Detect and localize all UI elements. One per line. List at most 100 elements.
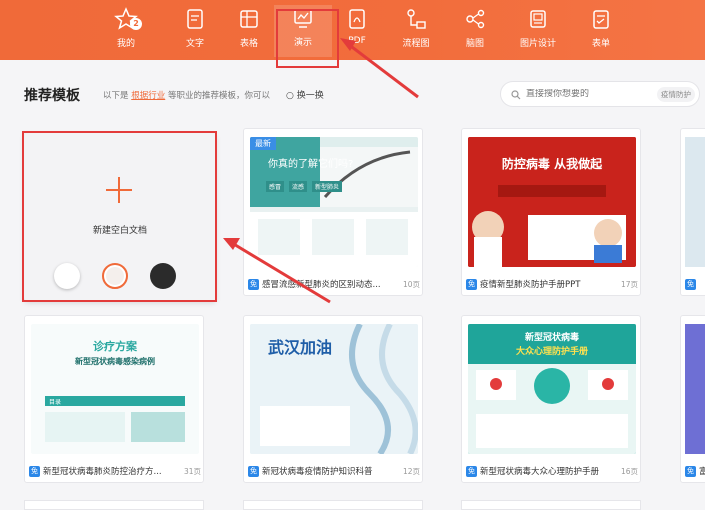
plus-icon <box>106 177 132 203</box>
template-caption: 免 富 <box>685 464 705 478</box>
page-count: 12页 <box>402 466 420 476</box>
template-caption: 免 <box>685 277 705 291</box>
nav-item-mindmap[interactable]: 脑图 <box>446 6 504 56</box>
nav-item-form[interactable]: 表单 <box>572 6 630 56</box>
thumb-headline: 你真的了解它们吗? <box>268 159 354 170</box>
page-count: 17页 <box>620 279 638 289</box>
template-caption: 免 新型冠状病毒肺炎防控治疗方... 31页 <box>29 464 201 478</box>
dark-theme-swatch[interactable] <box>150 263 176 289</box>
image-design-icon <box>525 6 551 32</box>
nav-label: 演示 <box>293 38 312 48</box>
template-title: 疫情新型肺炎防护手册PPT <box>480 280 581 290</box>
free-badge: 免 <box>29 465 40 477</box>
free-badge: 免 <box>248 278 259 290</box>
template-thumbnail: 武汉加油 <box>250 324 418 454</box>
free-badge: 免 <box>466 465 477 477</box>
table-icon <box>236 6 262 32</box>
search-icon <box>511 85 521 104</box>
template-card-partial[interactable]: 免 <box>680 128 705 296</box>
nav-label: 文字 <box>185 39 204 49</box>
new-badge: 最新 <box>250 137 276 150</box>
template-thumbnail: 新型冠状病毒 大众心理防护手册 <box>468 324 636 454</box>
refresh-button[interactable]: ○ 换一换 <box>286 88 324 101</box>
template-thumbnail: 你真的了解它们吗? 感冒 流感 新型肺炎 最新 <box>250 137 418 267</box>
thumb-tag: 感冒 <box>266 181 285 192</box>
hint-suffix: 等职业的推荐模板，你可以 <box>167 91 270 101</box>
light-theme-swatch[interactable] <box>102 263 128 289</box>
form-icon <box>588 6 614 32</box>
thumb-headline: 武汉加油 <box>268 338 333 357</box>
industry-link[interactable]: 根据行业 <box>131 91 165 101</box>
template-thumbnail: 诊疗方案 新型冠状病毒感染病例 目录 <box>31 324 199 454</box>
template-card[interactable]: 诊疗方案 新型冠状病毒感染病例 目录 免 新型冠状病毒肺炎防控治疗方... 31… <box>24 315 204 483</box>
presentation-icon <box>290 5 316 31</box>
search-input[interactable] <box>526 89 666 99</box>
template-title: 感冒流感新型肺炎的区别动态... <box>262 280 381 290</box>
free-badge: 免 <box>685 278 696 290</box>
thumb-tag: 流感 <box>289 181 308 192</box>
template-card[interactable]: 防控病毒 从我做起 免 疫情新型肺炎防护手册PPT 17页 <box>461 128 641 296</box>
document-icon <box>182 6 208 32</box>
template-caption: 免 感冒流感新型肺炎的区别动态... 10页 <box>248 277 420 291</box>
template-card-partial[interactable]: 免 富 <box>680 315 705 483</box>
template-card[interactable]: 武汉加油 免 新冠状病毒疫情防护知识科普 12页 <box>243 315 423 483</box>
page-title: 推荐模板 <box>24 88 80 104</box>
nav-label: 图片设计 <box>519 39 556 49</box>
search-tag[interactable]: 疫情防护 <box>657 87 695 102</box>
template-card-peek <box>243 500 423 510</box>
thumb-subtitle: 大众心理防护手册 <box>515 347 588 357</box>
template-card[interactable]: 你真的了解它们吗? 感冒 流感 新型肺炎 最新 免 感冒流感新型肺炎的区别动态.… <box>243 128 423 296</box>
recommend-hint: 以下是 根据行业 等职业的推荐模板，你可以 <box>103 89 270 101</box>
mindmap-icon <box>462 6 488 32</box>
free-badge: 免 <box>466 278 477 290</box>
star-icon: 2 <box>113 6 142 32</box>
template-gallery: 推荐模板 以下是 根据行业 等职业的推荐模板，你可以 ○ 换一换 疫情防护 新建… <box>0 60 705 510</box>
new-blank-label: 新建空白文档 <box>92 226 147 236</box>
template-title: 富 <box>699 465 705 477</box>
template-caption: 免 新冠状病毒疫情防护知识科普 12页 <box>248 464 420 478</box>
thumb-headline: 新型冠状病毒 <box>524 333 579 343</box>
template-caption: 免 疫情新型肺炎防护手册PPT 17页 <box>466 277 638 291</box>
pdf-icon <box>344 6 370 32</box>
nav-label: 表格 <box>239 39 258 49</box>
nav-label: 我的 <box>116 39 135 49</box>
nav-item-pdf[interactable]: PDF <box>328 6 386 56</box>
hint-prefix: 以下是 <box>103 91 129 101</box>
page-count: 10页 <box>402 279 420 289</box>
notification-badge: 2 <box>130 18 142 30</box>
page-count: 16页 <box>620 466 638 476</box>
refresh-icon: ○ <box>286 91 294 101</box>
thumb-subtitle: 新型冠状病毒感染病例 <box>75 357 155 366</box>
template-thumbnail <box>685 324 705 454</box>
template-card[interactable]: 新型冠状病毒 大众心理防护手册 免 新型冠状病毒大众心理防护手册 16页 <box>461 315 641 483</box>
flowchart-icon <box>403 6 429 32</box>
nav-item-presentation[interactable]: 演示 <box>274 5 332 57</box>
nav-item-mine[interactable]: 2 我的 <box>97 6 155 56</box>
free-badge: 免 <box>248 465 259 477</box>
template-title: 新型冠状病毒大众心理防护手册 <box>480 467 600 477</box>
nav-label: 表单 <box>591 39 610 49</box>
nav-label: PDF <box>348 36 366 46</box>
nav-item-image-design[interactable]: 图片设计 <box>509 6 567 56</box>
refresh-label: 换一换 <box>296 91 324 101</box>
nav-item-spreadsheet[interactable]: 表格 <box>220 6 278 56</box>
nav-item-flowchart[interactable]: 流程图 <box>387 6 445 56</box>
white-theme-swatch[interactable] <box>54 263 80 289</box>
template-title: 新冠状病毒疫情防护知识科普 <box>262 467 373 477</box>
top-nav: 2 我的 文字 表格 演示 PDF 流程图 脑图 图片设计 表单 <box>0 0 705 60</box>
template-title: 新型冠状病毒肺炎防控治疗方... <box>43 467 162 477</box>
nav-label: 脑图 <box>465 39 484 49</box>
thumb-tag: 新型肺炎 <box>312 181 343 192</box>
new-blank-document-card[interactable]: 新建空白文档 <box>24 133 216 301</box>
template-card-peek <box>24 500 204 510</box>
nav-item-writer[interactable]: 文字 <box>166 6 224 56</box>
search-box[interactable]: 疫情防护 <box>500 81 700 107</box>
template-thumbnail: 防控病毒 从我做起 <box>468 137 636 267</box>
nav-label: 流程图 <box>402 39 430 49</box>
thumb-tags: 感冒 流感 新型肺炎 <box>266 181 343 192</box>
thumb-headline: 防控病毒 从我做起 <box>501 157 603 171</box>
free-badge: 免 <box>685 465 696 477</box>
thumb-section: 目录 <box>49 399 62 406</box>
template-caption: 免 新型冠状病毒大众心理防护手册 16页 <box>466 464 638 478</box>
template-thumbnail <box>685 137 705 267</box>
